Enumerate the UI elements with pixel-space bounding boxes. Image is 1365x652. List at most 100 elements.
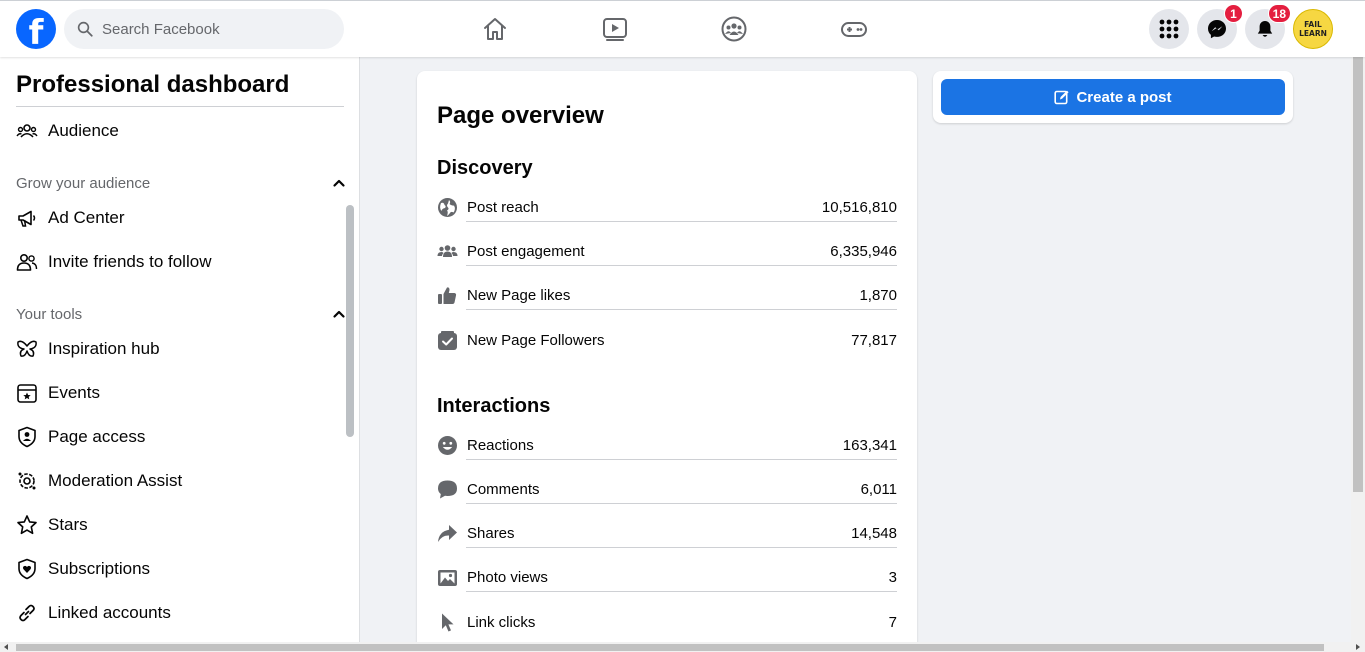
vertical-scroll-thumb[interactable] [1353, 30, 1363, 492]
metric-divider [466, 547, 897, 548]
sidebar-item-label: Stars [48, 515, 88, 534]
megaphone-icon [18, 210, 36, 227]
menu-button[interactable] [1149, 9, 1189, 49]
nav-groups[interactable] [718, 13, 750, 45]
comment-icon [438, 480, 457, 499]
page-overview-card: Page overview Discovery Post reach 10,51… [417, 71, 917, 652]
sidebar-scrollbar[interactable] [346, 205, 354, 437]
nav-video[interactable] [599, 13, 631, 45]
cursor-icon [442, 613, 454, 632]
facebook-logo-icon[interactable]: f [16, 9, 56, 49]
sidebar-item-label: Moderation Assist [48, 471, 183, 490]
create-post-label: Create a post [1076, 88, 1172, 106]
sidebar-item-subscriptions[interactable]: Subscriptions [16, 549, 336, 589]
scroll-left-arrow-icon[interactable] [4, 644, 8, 650]
butterfly-icon [17, 340, 37, 357]
sidebar-item-audience[interactable]: Audience [16, 111, 336, 151]
notifications-badge: 18 [1267, 4, 1291, 23]
section-header-tools[interactable]: Your tools [16, 302, 346, 326]
metric-link-clicks[interactable]: Link clicks 7 [437, 609, 897, 639]
horizontal-scroll-thumb[interactable] [16, 644, 1324, 651]
metric-reactions[interactable]: Reactions 163,341 [437, 432, 897, 462]
metric-post-reach[interactable]: Post reach 10,516,810 [437, 194, 897, 224]
metric-divider [466, 221, 897, 222]
nav-home[interactable] [479, 13, 511, 45]
page-vertical-scrollbar[interactable] [1351, 30, 1365, 642]
messenger-badge: 1 [1224, 4, 1243, 23]
search-input[interactable] [102, 20, 322, 38]
thumbs-up-icon [438, 287, 457, 304]
metric-divider [466, 503, 897, 504]
chevron-up-icon[interactable] [332, 307, 346, 321]
metric-shares[interactable]: Shares 14,548 [437, 520, 897, 550]
metric-value: 3 [888, 569, 897, 586]
sidebar-item-label: Inspiration hub [48, 339, 160, 358]
people-icon [437, 245, 458, 257]
sidebar-title: Professional dashboard [16, 71, 290, 98]
metric-divider [466, 265, 897, 266]
metric-label: Post engagement [467, 243, 585, 260]
sidebar-item-moderation-assist[interactable]: Moderation Assist [16, 461, 336, 501]
search-icon [77, 21, 93, 37]
link-icon [19, 604, 35, 622]
section-header-label: Your tools [16, 305, 83, 323]
sidebar-item-stars[interactable]: Stars [16, 505, 336, 545]
search-box[interactable] [64, 9, 344, 49]
metric-label: New Page Followers [467, 332, 605, 349]
metric-post-engagement[interactable]: Post engagement 6,335,946 [437, 238, 897, 268]
metric-value: 77,817 [851, 332, 897, 349]
nav-gaming[interactable] [838, 13, 870, 45]
sidebar-item-label: Events [48, 383, 100, 402]
sidebar-item-linked-accounts[interactable]: Linked accounts [16, 593, 336, 633]
audience-icon [16, 124, 38, 138]
discovery-title: Discovery [437, 157, 533, 179]
sidebar-item-invite-friends[interactable]: Invite friends to follow [16, 242, 336, 282]
chevron-up-icon[interactable] [332, 176, 346, 190]
metric-value: 7 [888, 614, 897, 631]
sidebar-item-events[interactable]: Events [16, 373, 336, 413]
notifications-button[interactable]: 18 [1245, 4, 1291, 49]
metric-value: 14,548 [851, 525, 897, 542]
create-post-button[interactable]: Create a post [941, 79, 1285, 115]
metric-divider [466, 459, 897, 460]
metric-photo-views[interactable]: Photo views 3 [437, 564, 897, 594]
follow-check-icon [438, 331, 457, 350]
gaming-icon [841, 22, 867, 37]
metric-label: Shares [467, 525, 515, 542]
photo-icon [438, 570, 457, 586]
metric-label: Post reach [467, 199, 539, 216]
metric-label: Comments [467, 481, 540, 498]
grid-menu-icon [1159, 19, 1179, 39]
page-overview-title: Page overview [437, 102, 604, 129]
profile-avatar[interactable]: FAIL LEARN [1293, 9, 1333, 49]
top-navigation-bar: f 1 18 FAILLEARN [0, 0, 1365, 57]
svg-text:FAIL: FAIL [1304, 20, 1322, 29]
create-post-card: Create a post [933, 71, 1293, 123]
moderation-gear-icon [18, 472, 36, 490]
scroll-right-arrow-icon[interactable] [1356, 644, 1360, 650]
metric-value: 10,516,810 [821, 199, 897, 216]
sidebar-item-label: Audience [48, 121, 119, 140]
metric-comments[interactable]: Comments 6,011 [437, 476, 897, 506]
metric-value: 6,335,946 [830, 243, 897, 260]
home-icon [484, 18, 506, 40]
sidebar-item-label: Page access [48, 427, 146, 446]
page-horizontal-scrollbar[interactable] [0, 642, 1365, 652]
metric-divider [466, 591, 897, 592]
metric-label: Link clicks [467, 614, 536, 631]
metric-new-page-followers[interactable]: New Page Followers 77,817 [437, 327, 897, 357]
left-sidebar: Professional dashboard Audience Grow you… [0, 57, 360, 642]
section-header-grow[interactable]: Grow your audience [16, 171, 346, 195]
metric-new-page-likes[interactable]: New Page likes 1,870 [437, 282, 897, 312]
sidebar-item-inspiration-hub[interactable]: Inspiration hub [16, 329, 336, 369]
messenger-button[interactable]: 1 [1197, 4, 1243, 49]
metric-divider [466, 309, 897, 310]
invite-people-icon [16, 253, 38, 271]
sidebar-item-page-access[interactable]: Page access [16, 417, 336, 457]
sidebar-item-ad-center[interactable]: Ad Center [16, 198, 336, 238]
shield-heart-icon [18, 558, 36, 580]
sidebar-divider [16, 106, 344, 107]
section-header-label: Grow your audience [16, 174, 151, 192]
messenger-icon [1208, 20, 1226, 39]
edit-icon [1054, 90, 1070, 105]
